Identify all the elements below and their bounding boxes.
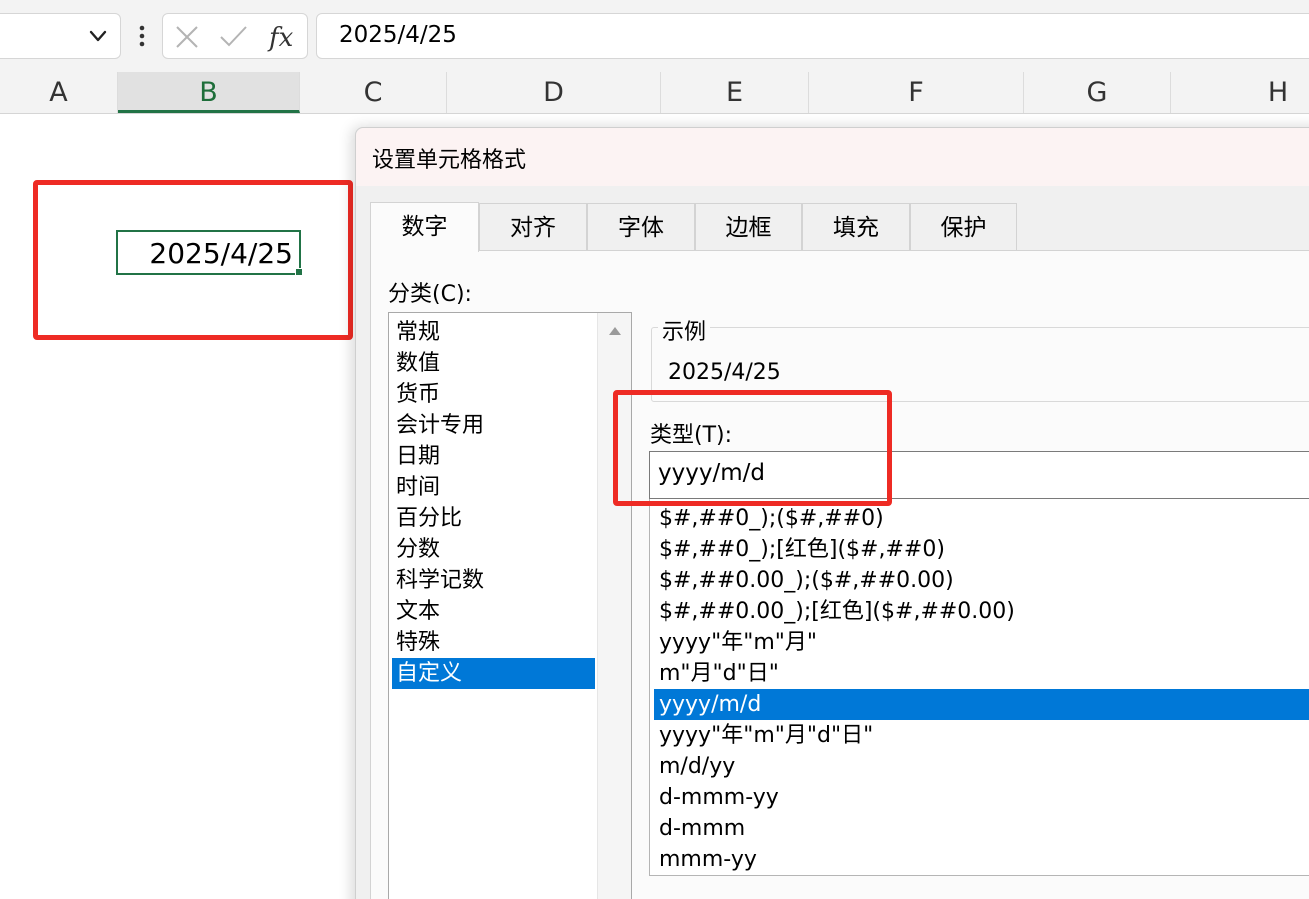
tab-fill[interactable]: 填充 — [802, 203, 910, 251]
enter-check-icon[interactable] — [218, 22, 248, 52]
type-list-item[interactable]: yyyy"年"m"月"d"日" — [654, 720, 1309, 751]
category-item-selected[interactable]: 自定义 — [392, 658, 595, 689]
category-item[interactable]: 货币 — [392, 379, 595, 410]
category-item[interactable]: 日期 — [392, 441, 595, 472]
tab-number[interactable]: 数字 — [370, 202, 479, 252]
column-header-h[interactable]: H — [1171, 72, 1309, 113]
type-list-item[interactable]: d-mmm — [654, 813, 1309, 844]
category-item[interactable]: 时间 — [392, 472, 595, 503]
dialog-title-bar: 设置单元格格式 — [356, 128, 1309, 186]
category-list[interactable]: 常规 数值 货币 会计专用 日期 时间 百分比 分数 科学记数 文本 特殊 自定… — [388, 312, 632, 899]
type-list-item[interactable]: yyyy"年"m"月" — [654, 627, 1309, 658]
type-list-item[interactable]: m/d/yy — [654, 751, 1309, 782]
category-item[interactable]: 百分比 — [392, 503, 595, 534]
insert-function-fx-icon[interactable]: fx — [267, 22, 301, 52]
column-header-e[interactable]: E — [661, 72, 809, 113]
type-list-item[interactable]: mmm-yy — [654, 844, 1309, 875]
annotation-box-type — [613, 390, 892, 506]
svg-text:fx: fx — [267, 23, 294, 52]
formula-value: 2025/4/25 — [339, 22, 457, 48]
type-list-item[interactable]: d-mmm-yy — [654, 782, 1309, 813]
tab-alignment[interactable]: 对齐 — [479, 203, 587, 251]
type-list-item-selected[interactable]: yyyy/m/d — [654, 689, 1309, 720]
type-list[interactable]: $#,##0_);($#,##0) $#,##0_);[红色]($#,##0) … — [649, 499, 1309, 876]
name-box[interactable] — [0, 13, 121, 59]
type-list-item[interactable]: $#,##0.00_);[红色]($#,##0.00) — [654, 596, 1309, 627]
tab-protection[interactable]: 保护 — [910, 203, 1017, 251]
annotation-box-cell — [33, 180, 353, 340]
cancel-x-icon[interactable] — [172, 22, 202, 52]
format-cells-dialog: 设置单元格格式 数字 对齐 字体 边框 填充 保护 分类(C): 常规 数值 货… — [355, 127, 1309, 899]
formula-buttons: fx — [162, 13, 308, 59]
column-header-b[interactable]: B — [118, 72, 300, 113]
type-list-item[interactable]: $#,##0_);[红色]($#,##0) — [654, 534, 1309, 565]
more-vertical-icon[interactable] — [132, 22, 152, 50]
category-item[interactable]: 常规 — [392, 317, 595, 348]
formula-input[interactable]: 2025/4/25 — [316, 13, 1309, 59]
category-item[interactable]: 特殊 — [392, 627, 595, 658]
type-list-item[interactable]: $#,##0_);($#,##0) — [654, 503, 1309, 534]
column-header-d[interactable]: D — [447, 72, 661, 113]
category-item[interactable]: 科学记数 — [392, 565, 595, 596]
column-headers: A B C D E F G H — [0, 72, 1309, 114]
column-header-a[interactable]: A — [0, 72, 118, 113]
column-header-f[interactable]: F — [809, 72, 1024, 113]
type-list-item[interactable]: m"月"d"日" — [654, 658, 1309, 689]
sample-label: 示例 — [658, 314, 711, 346]
dialog-title: 设置单元格格式 — [372, 148, 527, 173]
category-label: 分类(C): — [388, 282, 472, 307]
scroll-up-arrow-icon[interactable] — [609, 327, 621, 335]
category-item[interactable]: 会计专用 — [392, 410, 595, 441]
category-item[interactable]: 文本 — [392, 596, 595, 627]
tab-border[interactable]: 边框 — [695, 203, 802, 251]
excel-window: fx 2025/4/25 A B C D E F G H 2025/4/25 设… — [0, 0, 1309, 899]
category-item[interactable]: 分数 — [392, 534, 595, 565]
chevron-down-icon[interactable] — [86, 23, 110, 49]
column-header-g[interactable]: G — [1024, 72, 1171, 113]
sample-value: 2025/4/25 — [668, 360, 781, 385]
formula-bar: fx 2025/4/25 — [0, 0, 1309, 72]
tab-font[interactable]: 字体 — [587, 203, 695, 251]
category-item[interactable]: 数值 — [392, 348, 595, 379]
column-header-c[interactable]: C — [300, 72, 447, 113]
type-list-item[interactable]: $#,##0.00_);($#,##0.00) — [654, 565, 1309, 596]
